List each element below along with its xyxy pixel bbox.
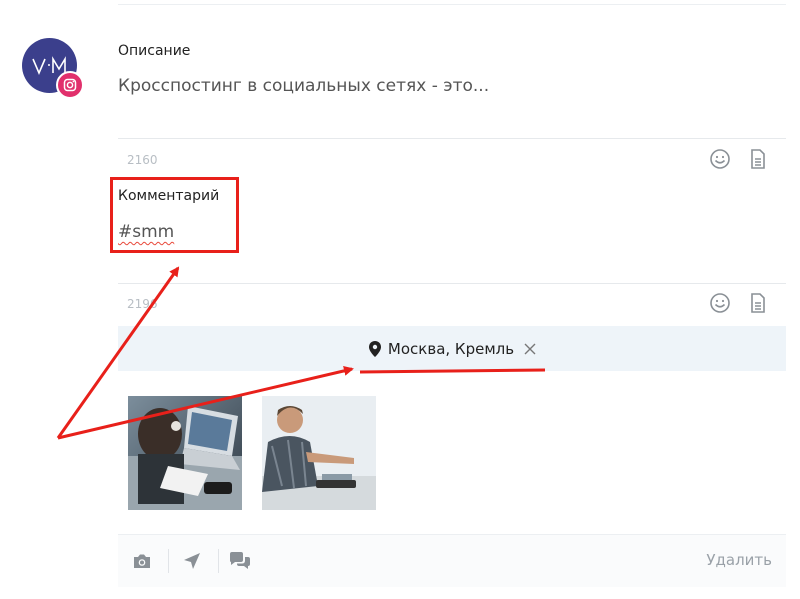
smiley-icon	[710, 149, 730, 169]
description-template-button[interactable]	[747, 148, 769, 170]
delete-button[interactable]: Удалить	[706, 551, 772, 569]
attached-photo-1[interactable]	[128, 396, 242, 510]
description-emoji-button[interactable]	[709, 148, 731, 170]
instagram-icon	[63, 78, 77, 92]
instagram-badge	[56, 71, 84, 99]
location-bar[interactable]: Москва, Кремль	[118, 326, 786, 371]
toolbar-separator	[168, 549, 169, 573]
post-toolbar: Удалить	[118, 534, 786, 587]
document-icon	[751, 149, 765, 169]
top-divider	[118, 0, 786, 5]
photo-man-pointing	[262, 396, 376, 510]
camera-icon	[134, 554, 150, 568]
add-comment-button[interactable]	[228, 549, 252, 573]
add-photo-button[interactable]	[130, 549, 154, 573]
close-icon	[524, 343, 536, 354]
add-location-button[interactable]	[180, 549, 204, 573]
smiley-icon	[710, 293, 730, 313]
comment-divider	[118, 283, 786, 284]
toolbar-separator	[218, 549, 219, 573]
send-arrow-icon	[184, 553, 200, 569]
comment-highlight-annotation	[110, 177, 239, 253]
attached-photo-2[interactable]	[262, 396, 376, 510]
document-icon	[751, 293, 765, 313]
photo-laptop-desk	[128, 396, 242, 510]
location-text: Москва, Кремль	[387, 339, 515, 358]
comment-char-counter: 2196	[127, 297, 158, 311]
description-input[interactable]: Кросспостинг в социальных сетях - это...	[118, 76, 489, 96]
comment-emoji-button[interactable]	[709, 292, 731, 314]
description-label: Описание	[118, 43, 191, 59]
map-pin-icon	[368, 340, 381, 357]
description-char-counter: 2160	[127, 153, 158, 167]
location-remove-button[interactable]	[524, 343, 536, 355]
chat-bubbles-icon	[230, 552, 250, 569]
description-divider	[118, 138, 786, 139]
comment-template-button[interactable]	[747, 292, 769, 314]
